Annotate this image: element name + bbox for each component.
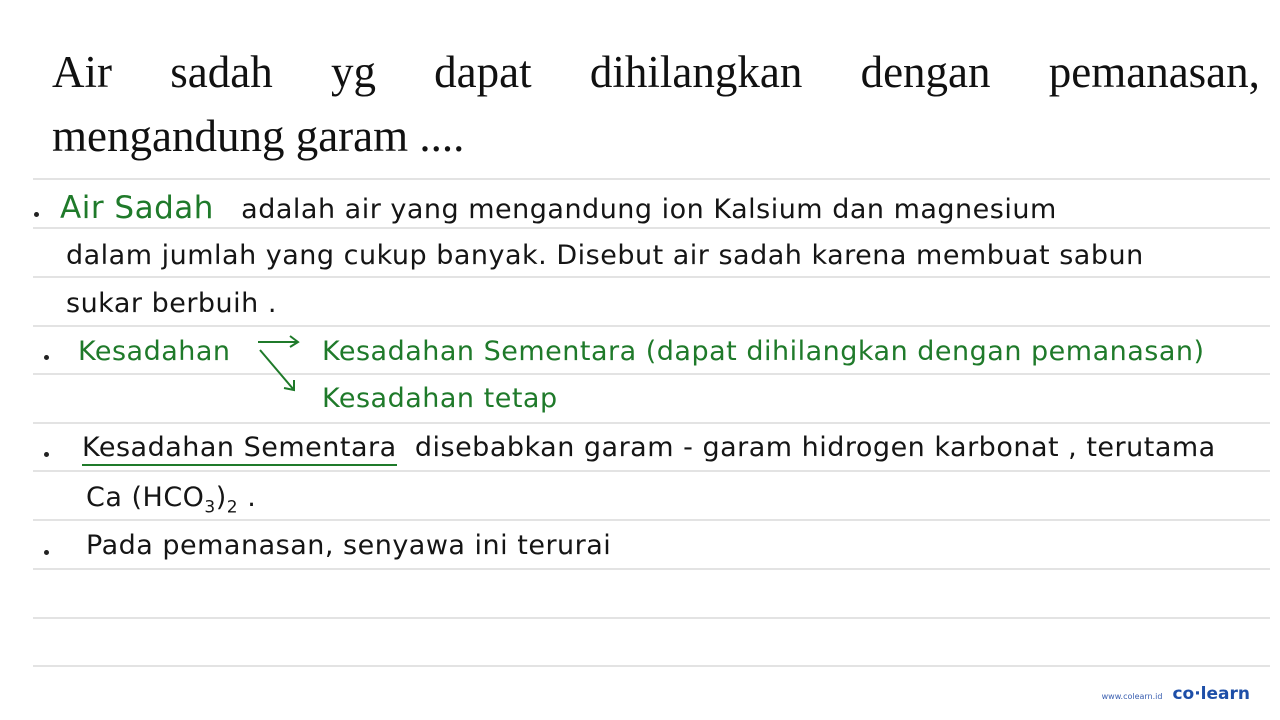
question-word: dihilangkan <box>589 47 803 97</box>
term-air-sadah: Air Sadah <box>60 190 214 226</box>
formula-part: . <box>238 482 257 513</box>
question-word: dengan <box>860 47 991 97</box>
ruled-line <box>33 373 1270 375</box>
chemical-formula: Ca (HCO3)2 . <box>86 482 256 517</box>
bullet-dot <box>34 212 39 217</box>
ruled-line <box>33 665 1270 667</box>
brand-logo: co·learn <box>1172 684 1250 704</box>
question-word: sadah <box>170 47 273 97</box>
question-line-1: Air sadah yg dapat dihilangkan dengan pe… <box>52 40 1260 104</box>
note-p1-line1: Air Sadah adalah air yang mengandung ion… <box>60 190 1057 226</box>
ruled-line <box>33 227 1270 229</box>
term-kesadahan-sementara: Kesadahan Sementara <box>82 432 397 466</box>
ruled-line <box>33 276 1270 278</box>
formula-subscript: 3 <box>204 497 216 518</box>
bullet-dot <box>44 355 49 360</box>
bullet-dot <box>44 550 49 555</box>
ruled-line <box>33 325 1270 327</box>
question-word: Air <box>52 47 112 97</box>
branch-arrows-icon <box>258 335 300 392</box>
question-word: pemanasan, <box>1048 47 1260 97</box>
note-p4-line1: Pada pemanasan, senyawa ini terurai <box>86 530 612 561</box>
question-text: Air sadah yg dapat dihilangkan dengan pe… <box>52 40 1260 168</box>
note-p3-line1: Kesadahan Sementara disebabkan garam - g… <box>82 432 1216 466</box>
ruled-line <box>33 470 1270 472</box>
term-kesadahan: Kesadahan <box>78 336 231 367</box>
formula-part: ) <box>215 482 227 513</box>
note-text: disebabkan garam - garam hidrogen karbon… <box>414 432 1216 463</box>
branch-kesadahan-tetap: Kesadahan tetap <box>322 383 558 414</box>
ruled-line <box>33 178 1270 180</box>
question-line-2: mengandung garam .... <box>52 111 465 161</box>
brand-watermark: www.colearn.id co·learn <box>1102 684 1250 704</box>
formula-part: Ca (HCO <box>86 482 205 513</box>
ruled-line <box>33 422 1270 424</box>
branch-kesadahan-sementara: Kesadahan Sementara (dapat dihilangkan d… <box>322 336 1205 367</box>
question-word: dapat <box>434 47 532 97</box>
question-word: yg <box>330 47 376 97</box>
ruled-line <box>33 568 1270 570</box>
note-p1-line2: dalam jumlah yang cukup banyak. Disebut … <box>66 240 1144 271</box>
note-p1-line3: sukar berbuih . <box>66 288 277 319</box>
bullet-dot <box>44 452 49 457</box>
formula-subscript: 2 <box>226 497 239 518</box>
brand-url: www.colearn.id <box>1101 692 1163 701</box>
note-text: adalah air yang mengandung ion Kalsium d… <box>241 194 1057 225</box>
ruled-line <box>33 617 1270 619</box>
ruled-line <box>33 519 1270 521</box>
